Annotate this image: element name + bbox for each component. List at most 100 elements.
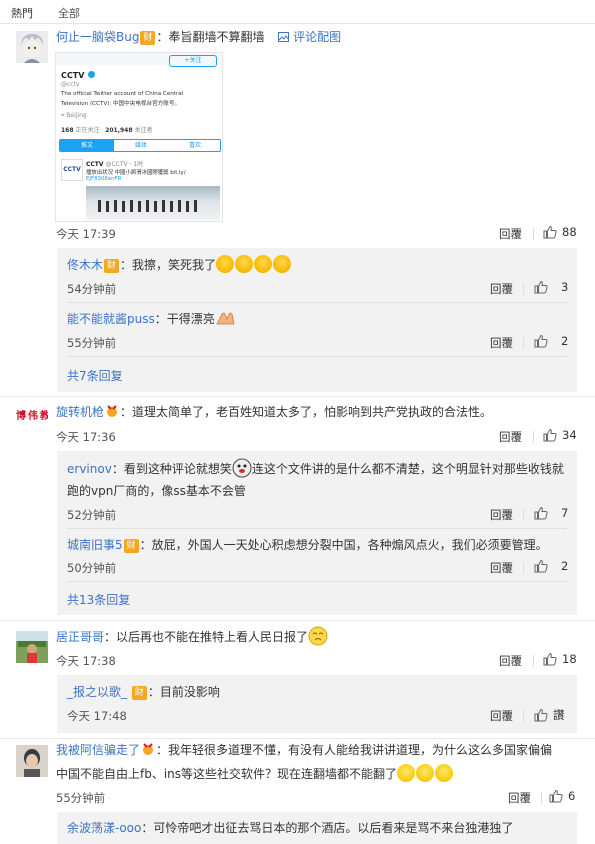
reply-time: 55分钟前: [67, 336, 117, 350]
profile-bio: The official Twitter account of China Ce…: [61, 91, 184, 97]
reply-button[interactable]: 回覆: [490, 507, 513, 523]
avatar[interactable]: [16, 745, 48, 777]
thumbs-up-icon: [534, 334, 548, 348]
crying-emoji-icon: [308, 626, 328, 646]
comment-username[interactable]: 我被阿信骗走了: [56, 743, 140, 757]
reply-text: 连这个文件讲的是什么都不清楚，这个明显针对那些收钱就: [251, 462, 564, 476]
thumbs-up-icon: [549, 789, 563, 803]
comment-text: 中国不能自由上fb、ins等这些社交软件？现在连翻墙都不能翻了: [56, 767, 398, 781]
tweet-image: [86, 186, 220, 220]
comment-time: 55分钟前: [56, 791, 106, 805]
profile-name: CCTV: [61, 71, 85, 80]
like-label: 讚: [553, 708, 565, 722]
reply-button[interactable]: 回覆: [508, 790, 531, 806]
tweet-text: 播放出状况 中國小將滑冰國際獲獎 bit.ly/: [86, 170, 186, 176]
reply-button[interactable]: 回覆: [499, 653, 522, 669]
like-count: 2: [561, 559, 569, 573]
thumbs-up-icon: [543, 225, 557, 239]
like-button[interactable]: 88: [543, 225, 577, 239]
profile-handle: @cctv: [61, 81, 80, 88]
reply-button[interactable]: 回覆: [490, 708, 513, 724]
profile-tabs: 推文 媒体 喜欢: [59, 139, 221, 152]
reply-text: ：看到这种评论就想笑: [111, 462, 232, 476]
profile-location: ⌖ Beijing: [61, 112, 87, 119]
reply-text: ：目前没影响: [147, 685, 220, 699]
doge-emoji-icon: [232, 458, 252, 478]
comment-username[interactable]: 居正哥哥: [56, 630, 104, 644]
like-button[interactable]: 6: [549, 789, 575, 803]
more-replies-link[interactable]: 共7条回复: [67, 367, 123, 384]
like-button[interactable]: 2: [534, 559, 568, 573]
comment-time: 今天 17:38: [56, 654, 116, 668]
vip-badge: 财: [140, 31, 156, 45]
reply-text: ：可怜帝吧才出征去骂日本的那个酒店。以后看来是骂不来台独港独了: [141, 821, 514, 835]
reply-username[interactable]: _报之以歌_: [67, 685, 127, 699]
thumbs-up-icon: [534, 506, 548, 520]
thumbs-up-icon: [543, 428, 557, 442]
reply-time: 今天 17:48: [67, 709, 127, 723]
reply-username[interactable]: 佟木木: [67, 258, 103, 272]
like-button[interactable]: 18: [543, 652, 577, 666]
tab-all[interactable]: 全部: [58, 5, 80, 21]
thumbs-up-icon: [534, 708, 548, 722]
medal-badge-icon: [104, 404, 120, 418]
like-button[interactable]: 讚: [534, 707, 565, 723]
reply-username[interactable]: 城南旧事5: [67, 538, 123, 552]
reply-text: 跑的vpn厂商的，像ss基本不会管: [67, 484, 246, 498]
like-count: 2: [561, 334, 569, 348]
reply-time: 52分钟前: [67, 508, 117, 522]
reply-time: 50分钟前: [67, 561, 117, 575]
verified-icon: [88, 71, 95, 78]
like-button[interactable]: 2: [534, 334, 568, 348]
like-count: 88: [562, 225, 577, 239]
like-count: 34: [562, 428, 577, 442]
view-picture-link[interactable]: 评论配图: [278, 30, 341, 44]
reply-text: ：干得漂亮: [154, 312, 215, 326]
thumbs-up-icon: [534, 280, 548, 294]
reply-text: ：我擦，笑死我了: [120, 258, 217, 272]
thumbs-up-icon: [534, 559, 548, 573]
reply-button[interactable]: 回覆: [499, 429, 522, 445]
vip-badge: 财: [131, 686, 147, 700]
laughing-emoji-icon: [216, 255, 235, 273]
reply-username[interactable]: ervinov: [67, 462, 112, 476]
comment-text: ：奉旨翻墙不算翻墙: [156, 30, 265, 44]
reply-username[interactable]: 余波荡漾-ooo: [67, 821, 141, 835]
smile-emoji-icon: [435, 764, 454, 782]
vip-badge: 财: [104, 259, 120, 273]
comment-username[interactable]: 旋转机枪: [56, 405, 104, 419]
like-button[interactable]: 7: [534, 506, 568, 520]
like-count: 18: [562, 652, 577, 666]
reply-text: ：放屁，外国人一天处心积虑想分裂中国，各种煽风点火，我们必须要管理。: [139, 538, 548, 552]
avatar[interactable]: [16, 631, 48, 663]
reply-username[interactable]: 能不能就酱puss: [67, 312, 155, 326]
thumbs-up-icon: [543, 652, 557, 666]
like-button[interactable]: 3: [534, 280, 568, 294]
like-count: 6: [568, 789, 576, 803]
comment-username[interactable]: 何止一脑袋Bug: [56, 30, 139, 44]
reply-time: 54分钟前: [67, 282, 117, 296]
comment-text: ：我年轻很多道理不懂，有没有人能给我讲讲道理，为什么这么多国家偏偏: [156, 743, 553, 757]
tab-hot[interactable]: 熱門: [11, 5, 33, 21]
laughing-emoji-icon: [254, 255, 273, 273]
reply-button[interactable]: 回覆: [490, 281, 513, 297]
more-replies-link[interactable]: 共13条回复: [67, 591, 130, 608]
comment-picture[interactable]: +关注 CCTV @cctv The official Twitter acco…: [55, 52, 223, 222]
avatar[interactable]: [16, 31, 48, 63]
avatar[interactable]: 博伟教育: [16, 407, 48, 439]
like-button[interactable]: 34: [543, 428, 577, 442]
reply-button[interactable]: 回覆: [499, 226, 522, 242]
reply-button[interactable]: 回覆: [490, 335, 513, 351]
tweet-link: EJF8308enFR: [86, 176, 122, 182]
laughing-emoji-icon: [273, 255, 292, 273]
tab-bar: 熱門 全部: [0, 0, 595, 24]
medal-badge-icon: [140, 742, 156, 756]
comment-time: 今天 17:36: [56, 430, 116, 444]
laughing-emoji-icon: [235, 255, 254, 273]
vip-badge: 财: [123, 539, 139, 553]
like-count: 7: [561, 506, 569, 520]
clapping-hands-icon: [216, 312, 235, 325]
profile-bio: Television (CCTV). 中国中央电视台官方账号。: [61, 101, 181, 107]
like-count: 3: [561, 280, 569, 294]
reply-button[interactable]: 回覆: [490, 560, 513, 576]
